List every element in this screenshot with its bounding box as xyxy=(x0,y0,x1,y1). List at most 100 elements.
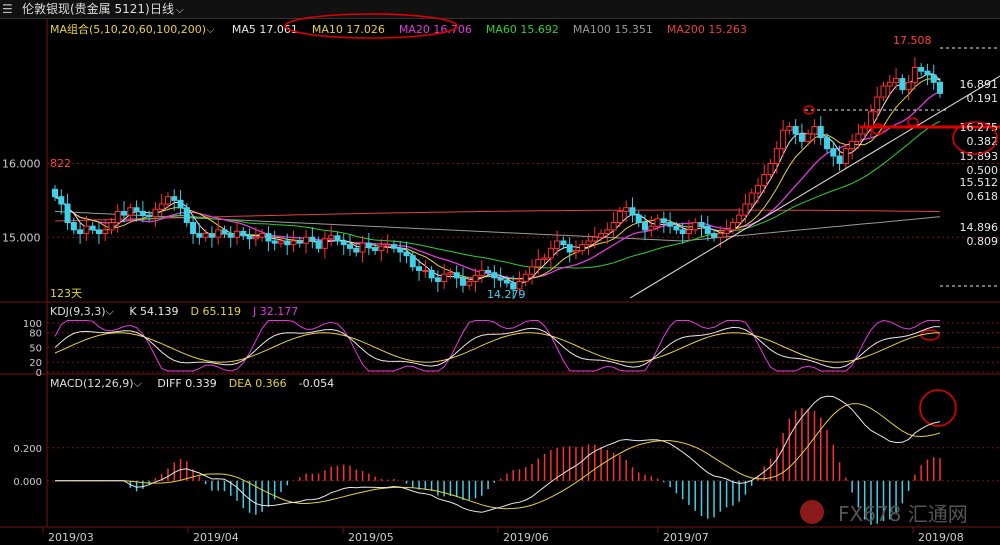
candle-body xyxy=(190,222,197,235)
candle-body xyxy=(52,188,58,198)
price-axis-label: 15.000 xyxy=(2,231,41,244)
candle-body xyxy=(604,229,611,235)
ma20-line xyxy=(54,90,941,280)
kdj-axis-label: 0 xyxy=(36,368,42,379)
watermark-text: FX678 汇通网 xyxy=(838,502,968,526)
high-price-label: 17.508 xyxy=(893,34,932,47)
candle-body xyxy=(629,207,636,216)
candle-body xyxy=(654,218,661,227)
candle-body xyxy=(855,133,862,142)
candle-body xyxy=(503,279,510,284)
candle-body xyxy=(842,148,849,164)
candle-body xyxy=(616,210,623,224)
candle-body xyxy=(937,81,943,94)
candle-body xyxy=(158,203,165,210)
candle-body xyxy=(441,273,448,283)
candle-body xyxy=(334,235,341,242)
candle-body xyxy=(259,233,266,238)
candle-body xyxy=(296,240,303,244)
macd-axis-label: 0.000 xyxy=(13,477,42,488)
candle-body xyxy=(309,236,316,242)
candle-body xyxy=(667,222,674,227)
candle-body xyxy=(685,229,692,235)
candle-body xyxy=(466,281,473,286)
candle-body xyxy=(886,81,893,87)
candle-body xyxy=(277,240,284,244)
candle-body xyxy=(328,235,335,240)
candle-body xyxy=(811,126,818,135)
candle-body xyxy=(535,258,542,268)
candle-body xyxy=(754,185,761,194)
fib-ratio-label: 0.809 xyxy=(967,235,999,248)
candle-body xyxy=(315,240,322,249)
ma5-line xyxy=(54,73,941,284)
highlight-ellipse xyxy=(920,329,940,341)
kdj-axis-label: 50 xyxy=(29,343,42,354)
fib-price-label: 15.512 xyxy=(960,176,999,189)
x-axis-label: 2019/05 xyxy=(348,531,394,544)
ma10-line xyxy=(54,78,941,280)
candle-body xyxy=(347,244,353,249)
macd-axis-label: 0.200 xyxy=(13,444,42,455)
candle-body xyxy=(133,207,140,212)
candle-body xyxy=(70,222,77,231)
candle-body xyxy=(221,229,228,235)
candle-body xyxy=(704,225,711,235)
candle-body xyxy=(798,133,805,142)
candle-body xyxy=(849,140,856,150)
x-axis-label: 2019/08 xyxy=(918,531,964,544)
candle-body xyxy=(830,148,837,157)
candle-body xyxy=(522,273,529,283)
x-axis-label: 2019/03 xyxy=(48,531,94,544)
candle-body xyxy=(585,240,592,246)
candle-body xyxy=(397,247,404,253)
candle-body xyxy=(208,233,215,238)
candle-body xyxy=(723,229,730,235)
candle-body xyxy=(598,233,605,238)
x-axis-label: 2019/04 xyxy=(193,531,239,544)
candle-body xyxy=(108,222,115,231)
candle-body xyxy=(736,214,743,224)
candle-body xyxy=(240,230,247,237)
candle-body xyxy=(867,111,874,128)
candle-body xyxy=(121,210,128,216)
candle-body xyxy=(227,233,234,238)
fib-ratio-label: 0.618 xyxy=(967,190,999,203)
candle-body xyxy=(792,126,799,135)
candle-body xyxy=(321,238,328,249)
x-axis-label: 2019/06 xyxy=(503,531,549,544)
candle-body xyxy=(353,247,360,253)
candle-body xyxy=(271,240,278,244)
candle-body xyxy=(372,247,379,252)
candle-body xyxy=(899,78,906,91)
candle-body xyxy=(761,174,768,187)
candle-body xyxy=(365,242,372,249)
candle-body xyxy=(529,266,536,275)
candle-body xyxy=(403,251,410,257)
candle-body xyxy=(560,240,567,246)
candle-body xyxy=(623,207,630,212)
candle-body xyxy=(547,247,554,259)
candle-body xyxy=(642,222,648,231)
candle-body xyxy=(83,225,90,235)
candle-body xyxy=(698,222,705,227)
candle-body xyxy=(409,255,416,268)
candle-body xyxy=(918,67,925,72)
candle-body xyxy=(215,229,222,238)
candle-body xyxy=(660,218,667,224)
candle-body xyxy=(566,244,573,253)
candle-body xyxy=(924,70,931,76)
candle-body xyxy=(265,233,272,242)
candle-body xyxy=(390,244,397,249)
candle-body xyxy=(579,244,586,252)
price-chart[interactable]: 16.00015.00010080502000.2000.00016.8910.… xyxy=(0,0,1000,545)
candle-body xyxy=(246,235,253,240)
watermark-logo-icon xyxy=(800,500,824,524)
highlight-ellipse xyxy=(919,389,957,427)
left-mark-label: 822 xyxy=(50,157,71,170)
fib-ratio-label: 0.191 xyxy=(967,92,999,105)
candle-body xyxy=(114,210,121,224)
candle-body xyxy=(824,137,831,150)
candle-body xyxy=(171,196,178,201)
candle-body xyxy=(729,222,736,231)
